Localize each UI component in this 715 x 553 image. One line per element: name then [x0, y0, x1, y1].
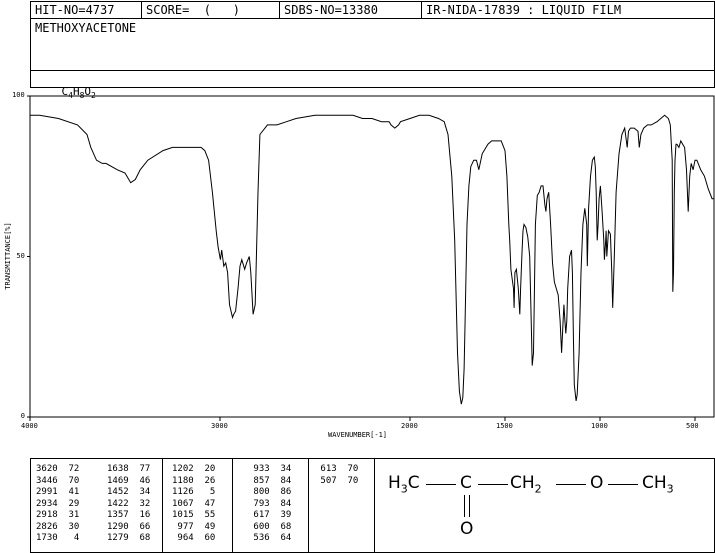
bond-2 — [478, 484, 508, 485]
methylene-h-count: 2 — [534, 482, 542, 496]
peak-entry: 1469 46 — [107, 475, 151, 486]
peak-table-box: 3620 72 3446 70 2991 41 2934 29 2918 31 2826 … — [30, 458, 715, 553]
peak-entry: 1638 77 — [107, 464, 151, 474]
methyl-h-count: 3 — [400, 482, 408, 496]
y-tick-label: 100 — [12, 91, 25, 99]
methyl-h: H — [388, 473, 401, 493]
peak-entry: 2918 31 — [36, 510, 80, 520]
structure-formula: H3C C CH2 O CH3 O — [388, 473, 708, 547]
peak-column: 933 34 857 84 800 86 793 84 617 39 600 6… — [248, 464, 291, 545]
x-tick-label: 1500 — [496, 422, 513, 430]
x-tick-label: 2000 — [401, 422, 418, 430]
peak-entry: 2934 29 — [36, 498, 80, 509]
peak-entry: 1357 16 — [107, 510, 151, 520]
peak-entry: 857 84 — [248, 475, 292, 486]
peak-entry: 600 68 — [248, 521, 292, 532]
peak-entry: 800 86 — [248, 487, 292, 497]
peak-entry: 1279 68 — [107, 533, 151, 543]
table-divider — [232, 459, 233, 553]
methylene-ch: CH — [510, 473, 535, 493]
x-tick-label: 1000 — [591, 422, 608, 430]
methyl-c: C — [407, 473, 420, 493]
transmittance-curve — [30, 114, 714, 405]
x-tick-label: 4000 — [21, 422, 38, 430]
peak-entry: 1180 26 — [172, 475, 216, 486]
peak-entry: 1015 55 — [172, 510, 216, 520]
peak-entry: 2826 30 — [36, 521, 80, 532]
methoxy-ch: CH — [642, 473, 667, 493]
peak-column: 1202 20 1180 26 1126 5 1067 47 1015 55 977 4… — [172, 464, 215, 545]
table-divider — [308, 459, 309, 553]
methoxy-h-count: 3 — [666, 482, 674, 496]
bond-3 — [556, 484, 586, 485]
x-tick-label: 3000 — [211, 422, 228, 430]
peak-entry: 964 60 — [172, 533, 216, 543]
peak-entry: 1452 34 — [107, 487, 151, 497]
methylene-group: CH2 — [510, 473, 542, 495]
peak-column: 1638 77 1469 46 1452 34 1422 32 1357 16 1290 … — [107, 464, 150, 545]
peak-entry: 933 34 — [248, 464, 292, 474]
y-tick-label: 50 — [16, 251, 25, 260]
table-divider — [374, 459, 375, 553]
peak-column: 613 70 507 70 — [315, 464, 358, 487]
peak-entry: 977 49 — [172, 521, 216, 532]
bond-1 — [426, 484, 456, 485]
x-tick-label: 500 — [686, 422, 699, 430]
peak-entry: 3446 70 — [36, 475, 80, 486]
peak-entry: 1202 20 — [172, 464, 216, 474]
peak-entry: 2991 41 — [36, 487, 80, 497]
peak-entry: 1067 47 — [172, 498, 216, 509]
y-tick-label: 0 — [20, 412, 25, 420]
double-bond-left — [464, 495, 465, 517]
peak-entry: 1290 66 — [107, 521, 151, 532]
peak-entry: 1730 4 — [36, 533, 80, 543]
peak-entry: 617 39 — [248, 510, 292, 520]
peak-entry: 536 64 — [248, 533, 292, 543]
peak-entry: 1422 32 — [107, 498, 151, 509]
peak-entry: 613 70 — [315, 464, 359, 474]
ether-oxygen: O — [590, 473, 604, 493]
carbonyl-carbon: C — [460, 473, 472, 493]
peak-entry: 793 84 — [248, 498, 292, 509]
x-axis-ticks — [29, 417, 696, 421]
peak-column: 3620 72 3446 70 2991 41 2934 29 2918 31 2826 … — [36, 464, 79, 545]
carbonyl-oxygen: O — [460, 519, 474, 539]
peak-entry: 3620 72 — [36, 464, 80, 474]
methoxy-group: CH3 — [642, 473, 674, 495]
table-divider — [162, 459, 163, 553]
peak-entry: 507 70 — [315, 475, 359, 486]
peak-entry: 1126 5 — [172, 487, 216, 497]
y-axis-label: TRANSMITTANCE[%] — [4, 222, 12, 290]
methyl-group: H3C — [388, 473, 420, 495]
double-bond-right — [469, 495, 470, 517]
bond-4 — [608, 484, 638, 485]
ir-spectrum-chart — [27, 95, 715, 421]
x-axis-label: WAVENUMBER[-1] — [328, 431, 388, 439]
